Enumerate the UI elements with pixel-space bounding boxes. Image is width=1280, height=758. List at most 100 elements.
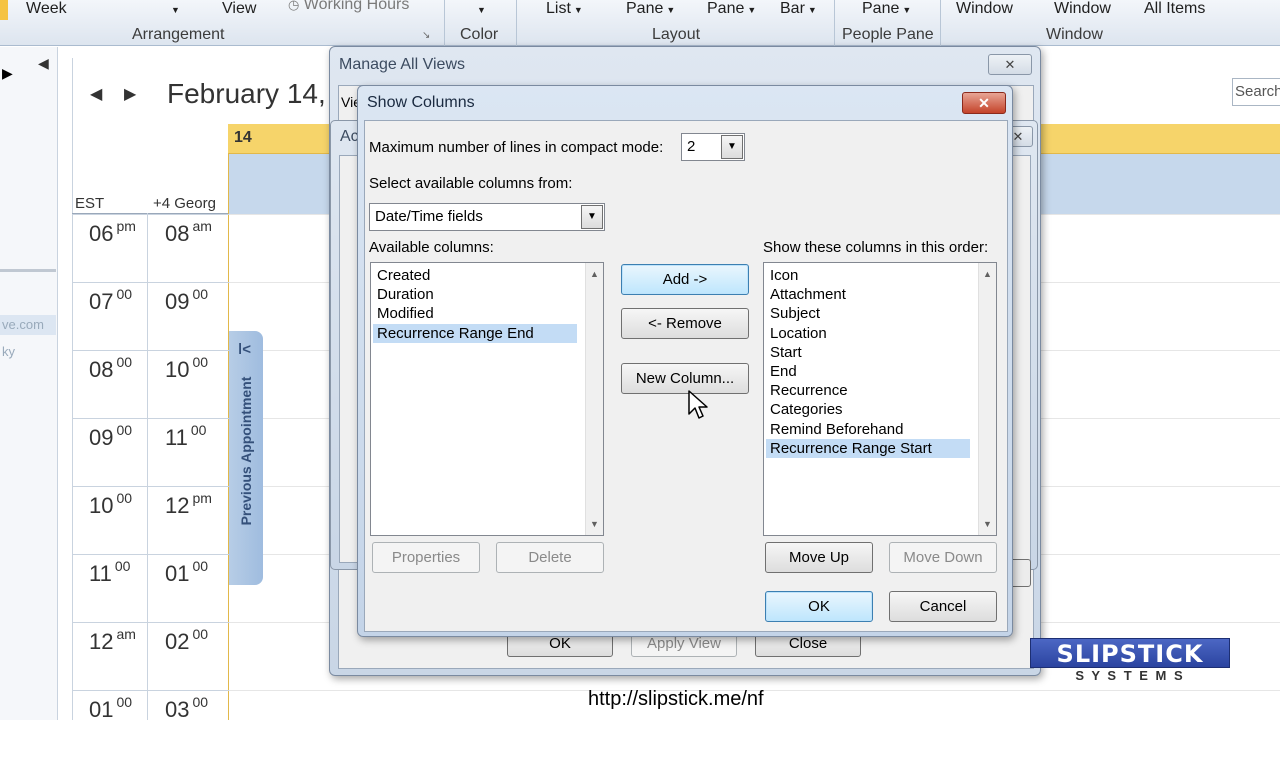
dialog-title: Show Columns xyxy=(367,94,475,111)
hour-row: 08 00 10 00 xyxy=(72,350,229,418)
hour-label-secondary: 09 00 xyxy=(165,286,209,314)
hour-label-secondary: 02 00 xyxy=(165,626,209,654)
chevron-down-icon[interactable]: ▼ xyxy=(474,0,486,18)
timezone-label-est: EST xyxy=(75,195,105,212)
scroll-down-icon[interactable]: ▼ xyxy=(983,519,992,529)
available-columns-list[interactable]: Created Duration Modified Recurrence Range … xyxy=(370,262,604,536)
slipstick-logo-subtitle: S Y S T E M S xyxy=(1075,668,1185,683)
ribbon-separator xyxy=(444,0,445,46)
ribbon-reading-pane-button[interactable]: Pane ▼ xyxy=(626,0,675,18)
max-lines-label: Maximum number of lines in compact mode: xyxy=(369,139,664,156)
list-item[interactable]: Location xyxy=(768,324,829,343)
select-from-label: Select available columns from: xyxy=(369,175,573,192)
ribbon-week-button[interactable]: Week xyxy=(26,0,67,18)
list-item[interactable]: End xyxy=(768,362,799,381)
list-item[interactable]: Categories xyxy=(768,400,845,419)
dialog-launcher-icon[interactable]: ↘ xyxy=(422,30,430,41)
ribbon-list-button[interactable]: List ▼ xyxy=(546,0,583,18)
dialog-body: Maximum number of lines in compact mode:… xyxy=(364,120,1008,632)
close-icon[interactable]: ✕ xyxy=(962,92,1006,114)
hour-label-secondary: 12 pm xyxy=(165,490,212,518)
show-columns-dialog: Show Columns ✕ Maximum number of lines i… xyxy=(357,85,1013,637)
cancel-button[interactable]: Cancel xyxy=(889,591,997,622)
list-item[interactable]: Start xyxy=(768,343,804,362)
delete-button[interactable]: Delete xyxy=(496,542,604,573)
ribbon-todo-bar-button[interactable]: Bar ▼ xyxy=(780,0,817,18)
scroll-up-icon[interactable]: ▲ xyxy=(590,269,599,279)
max-lines-dropdown[interactable]: 2 ▼ xyxy=(681,133,745,161)
list-item[interactable]: Created xyxy=(375,266,432,285)
hour-label-primary: 12 am xyxy=(89,626,136,654)
timezone-label-secondary: +4 Georg xyxy=(153,195,216,212)
splitter[interactable] xyxy=(0,269,56,272)
hour-row: 12 am 02 00 xyxy=(72,622,229,690)
scroll-down-icon[interactable]: ▼ xyxy=(590,519,599,529)
list-item[interactable]: Remind Beforehand xyxy=(768,420,905,439)
list-item[interactable]: Icon xyxy=(768,266,800,285)
hour-label-primary: 11 00 xyxy=(89,558,131,586)
scroll-up-icon[interactable]: ▲ xyxy=(983,269,992,279)
chevron-down-icon[interactable]: ▼ xyxy=(581,205,603,229)
calendar-color-swatch xyxy=(0,0,8,20)
hour-label-secondary: 11 00 xyxy=(165,422,207,450)
hour-label-secondary: 10 00 xyxy=(165,354,209,382)
ribbon-group-color: Color xyxy=(460,26,499,43)
show-columns-label: Show these columns in this order: xyxy=(763,239,989,256)
new-column-button[interactable]: New Column... xyxy=(621,363,749,394)
ribbon-people-pane-button[interactable]: Pane ▼ xyxy=(862,0,911,18)
folder-item[interactable]: ve.com xyxy=(0,315,56,335)
hour-label-primary: 09 00 xyxy=(89,422,133,450)
hour-row: 06 pm 08 am xyxy=(72,214,229,282)
select-columns-from-dropdown[interactable]: Date/Time fields ▼ xyxy=(369,203,605,231)
hour-row: 10 00 12 pm xyxy=(72,486,229,554)
shown-columns-list[interactable]: Icon Attachment Subject Location Start End Rec… xyxy=(763,262,997,536)
collapse-arrow-icon[interactable]: ◀ xyxy=(38,55,49,72)
chevron-down-icon[interactable]: ▼ xyxy=(721,135,743,159)
hour-label-primary: 08 00 xyxy=(89,354,133,382)
search-input[interactable]: Search xyxy=(1232,78,1280,106)
slipstick-logo: SLIPSTICK xyxy=(1030,638,1230,668)
scrollbar[interactable]: ▲ ▼ xyxy=(978,263,996,535)
ok-button[interactable]: OK xyxy=(765,591,873,622)
ribbon-all-items-button[interactable]: All Items xyxy=(1144,0,1205,18)
folder-item[interactable]: ky xyxy=(2,344,15,359)
dialog-title: Manage All Views xyxy=(339,56,465,73)
ribbon-separator xyxy=(516,0,517,46)
move-up-button[interactable]: Move Up xyxy=(765,542,873,573)
list-item[interactable]: Modified xyxy=(375,304,436,323)
list-item[interactable]: Recurrence xyxy=(768,381,850,400)
previous-appointment-label: Previous Appointment xyxy=(238,376,254,526)
list-item[interactable]: Recurrence Range End xyxy=(373,323,577,343)
chevron-down-icon[interactable]: ▼ xyxy=(168,0,180,18)
ribbon-view-button[interactable]: View xyxy=(222,0,256,18)
list-item[interactable]: Subject xyxy=(768,304,822,323)
ribbon-window-button-1[interactable]: Window xyxy=(956,0,1013,18)
hour-label-secondary: 08 am xyxy=(165,218,212,246)
move-down-button[interactable]: Move Down xyxy=(889,542,997,573)
ribbon-group-layout: Layout xyxy=(652,26,701,43)
remove-button[interactable]: <- Remove xyxy=(621,308,749,339)
hour-row: 07 00 09 00 xyxy=(72,282,229,350)
ribbon-separator xyxy=(940,0,941,46)
list-item[interactable]: Recurrence Range Start xyxy=(766,438,970,458)
expand-arrow-icon[interactable]: ▶ xyxy=(2,65,13,82)
properties-button[interactable]: Properties xyxy=(372,542,480,573)
ribbon: Week ▼ View ◷ Working Hours ▼ List ▼ Pane… xyxy=(0,0,1280,46)
ribbon-window-button-2[interactable]: Window xyxy=(1054,0,1111,18)
mouse-cursor-icon xyxy=(688,390,708,419)
list-item[interactable]: Duration xyxy=(375,285,436,304)
scrollbar[interactable]: ▲ ▼ xyxy=(585,263,603,535)
ribbon-group-people-pane: People Pane xyxy=(842,26,934,43)
add-button[interactable]: Add -> xyxy=(621,264,749,295)
next-day-arrow-icon[interactable]: ▶ xyxy=(124,84,136,104)
close-icon[interactable]: ✕ xyxy=(988,54,1032,75)
date-header: February 14, xyxy=(167,78,326,109)
previous-day-arrow-icon[interactable]: ◀ xyxy=(90,84,102,104)
ribbon-working-hours-button[interactable]: ◷ Working Hours xyxy=(288,0,409,14)
list-item[interactable]: Attachment xyxy=(768,285,848,304)
ribbon-todo-pane-button[interactable]: Pane ▼ xyxy=(707,0,756,18)
available-columns-label: Available columns: xyxy=(369,239,494,256)
previous-appointment-tab[interactable]: ǀ< Previous Appointment xyxy=(229,331,263,585)
dialog-title: Ac xyxy=(340,128,359,145)
watermark-url: http://slipstick.me/nf xyxy=(588,688,764,710)
